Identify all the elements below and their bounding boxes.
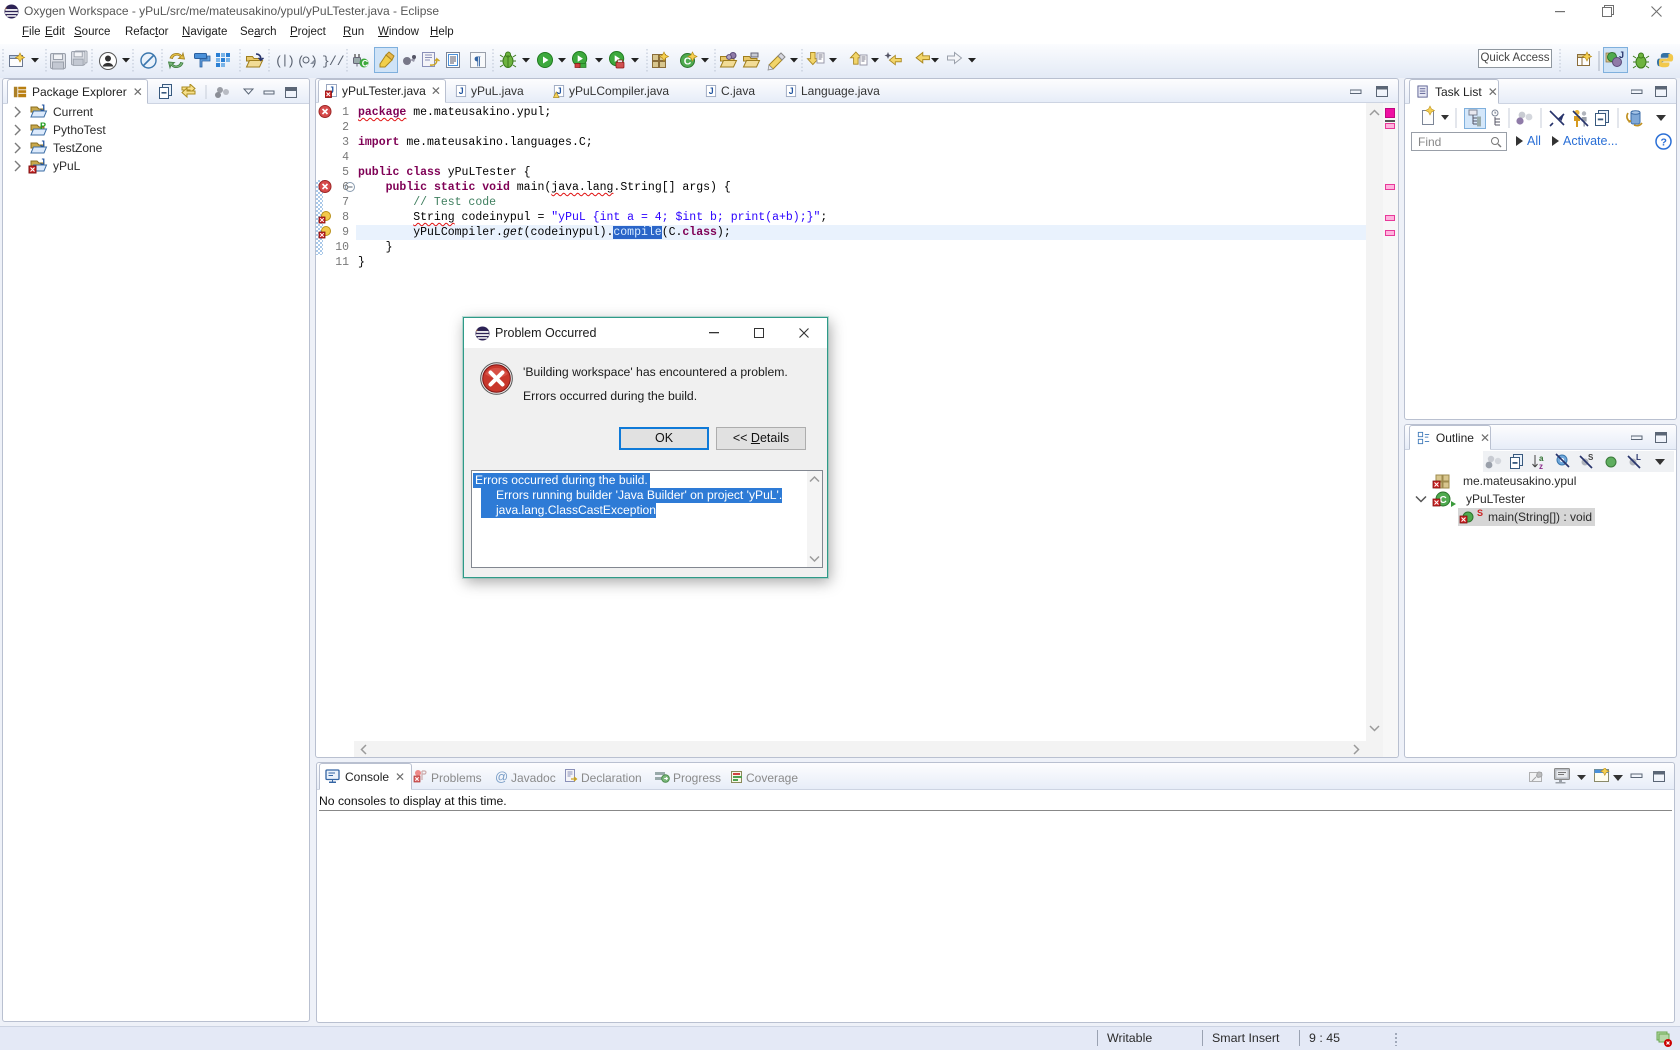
svg-text:L: L — [1636, 453, 1641, 462]
svg-text:J: J — [709, 85, 714, 95]
svg-text:J: J — [1619, 50, 1624, 60]
svg-text:J: J — [40, 103, 45, 113]
svg-text:J: J — [459, 85, 464, 95]
svg-text:J: J — [40, 157, 45, 167]
svg-text:): ) — [287, 54, 295, 69]
svg-text:z: z — [1539, 462, 1543, 471]
svg-text:?: ? — [1661, 137, 1667, 149]
svg-text:S: S — [1477, 508, 1483, 518]
svg-text:P: P — [40, 121, 46, 131]
svg-text:J: J — [789, 85, 794, 95]
svg-text:J: J — [40, 139, 45, 149]
svg-text:¶: ¶ — [474, 53, 481, 68]
svg-text:C: C — [1440, 495, 1447, 506]
svg-text://: // — [329, 54, 345, 69]
svg-text:C: C — [362, 59, 369, 69]
svg-text:S: S — [1588, 453, 1594, 462]
